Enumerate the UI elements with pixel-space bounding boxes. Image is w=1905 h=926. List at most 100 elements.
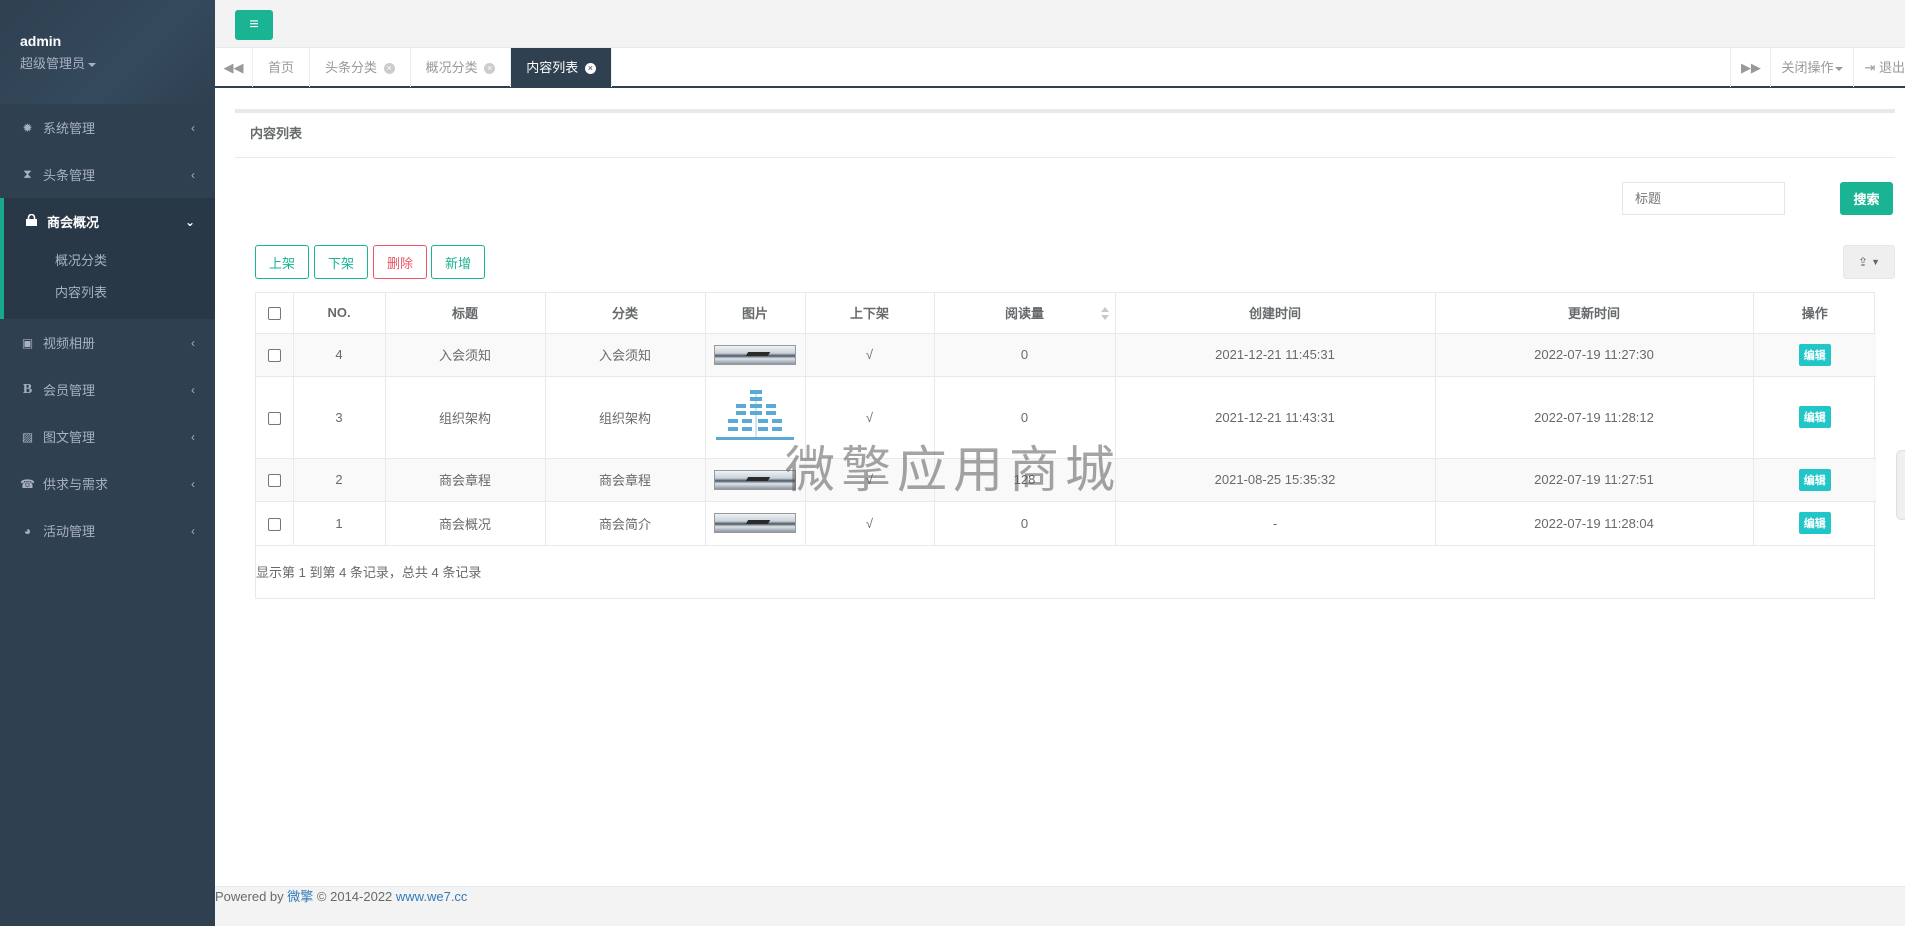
tab-home[interactable]: 首页 (253, 48, 311, 87)
export-button[interactable]: ⇪ ▼ (1843, 245, 1895, 279)
edit-button[interactable]: 编辑 (1798, 512, 1831, 534)
hamburger-icon: ≡ (249, 16, 259, 33)
profile-role-dropdown[interactable]: 超级管理员 (20, 53, 195, 72)
close-icon[interactable]: × (584, 63, 596, 75)
column-header[interactable]: 标题 (385, 293, 546, 334)
thumbnail-image[interactable] (714, 513, 796, 533)
sidebar-subitem-content-list[interactable]: 内容列表 (4, 277, 215, 309)
close-icon[interactable]: × (484, 63, 496, 75)
cell-updated: 2022-07-19 11:28:04 (1435, 501, 1754, 546)
sidebar: admin 超级管理员 ✹ 系统管理 ‹ ⧗ 头条管理 ‹ 商会概况 ⌄ 概况分… (0, 0, 215, 926)
column-header[interactable]: 图片 (705, 293, 806, 334)
cell-category: 入会须知 (545, 333, 706, 377)
cell-updated: 2022-07-19 11:27:51 (1435, 458, 1754, 502)
cell-no: 1 (293, 501, 386, 546)
tab-content-list[interactable]: 内容列表 × (511, 48, 612, 87)
row-checkbox[interactable] (267, 474, 281, 488)
cell-title: 商会章程 (385, 458, 546, 502)
column-header[interactable]: 更新时间 (1435, 293, 1754, 334)
cell-title: 商会概况 (385, 501, 546, 546)
column-header[interactable]: 分类 (545, 293, 706, 334)
close-icon[interactable]: × (383, 63, 395, 75)
tab-label: 头条分类 (325, 60, 378, 75)
chevron-left-icon: ‹ (191, 382, 195, 397)
org-chart-thumbnail[interactable] (714, 388, 796, 446)
column-header[interactable]: 操作 (1753, 293, 1876, 334)
tabs-scroll-right-button[interactable]: ▶▶ (1730, 48, 1770, 87)
thumbnail-image[interactable] (714, 469, 796, 490)
topbar: ≡ (215, 0, 1905, 47)
sidebar-item-overview[interactable]: 商会概况 ⌄ (4, 198, 215, 245)
globe-icon: ◕ (23, 523, 32, 538)
export-icon: ⇪ (1858, 255, 1869, 269)
tab-headline-categories[interactable]: 头条分类 × (310, 48, 411, 87)
sidebar-item-system[interactable]: ✹ 系统管理 ‹ (0, 104, 215, 151)
side-panel-handle[interactable] (1896, 450, 1905, 520)
search-button[interactable]: 搜索 (1840, 182, 1893, 215)
column-header[interactable]: 上下架 (805, 293, 935, 334)
sidebar-subitem-categories[interactable]: 概况分类 (4, 245, 215, 277)
cell-status: √ (805, 501, 935, 546)
table-row: 4 入会须知 入会须知 √ 0 2021-12-21 11:45:31 2022… (256, 333, 1876, 377)
edit-button[interactable]: 编辑 (1798, 406, 1831, 428)
chevron-left-icon: ‹ (191, 523, 195, 538)
select-all-checkbox[interactable] (267, 307, 281, 321)
add-button[interactable]: 新增 (431, 245, 485, 279)
profile-role: 超级管理员 (20, 56, 86, 71)
sidebar-item-headlines[interactable]: ⧗ 头条管理 ‹ (0, 151, 215, 198)
cell-image (705, 501, 806, 546)
footer-site-link[interactable]: www.we7.cc (396, 889, 468, 904)
phone-icon: ☎ (20, 476, 35, 491)
column-header[interactable]: NO. (293, 293, 386, 334)
panel-title: 内容列表 (235, 113, 1895, 158)
sidebar-item-supply-demand[interactable]: ☎ 供求与需求 ‹ (0, 460, 215, 507)
column-header-sortable[interactable]: 阅读量 (934, 293, 1116, 334)
close-ops-dropdown[interactable]: 关闭操作 (1770, 48, 1853, 87)
sidebar-item-articles[interactable]: ▨ 图文管理 ‹ (0, 413, 215, 460)
picture-icon: ▨ (21, 429, 34, 444)
publish-button[interactable]: 上架 (255, 245, 309, 279)
row-checkbox[interactable] (267, 349, 281, 363)
search-input[interactable] (1622, 182, 1785, 215)
logout-button[interactable]: ⇥ 退出 (1853, 48, 1905, 87)
menu-toggle-button[interactable]: ≡ (235, 10, 273, 40)
sidebar-item-members[interactable]: B 会员管理 ‹ (0, 366, 215, 413)
cell-title: 组织架构 (385, 376, 546, 459)
close-ops-label: 关闭操作 (1781, 60, 1834, 75)
select-all-cell (256, 293, 294, 334)
unpublish-button[interactable]: 下架 (314, 245, 368, 279)
tab-list: 首页 头条分类 × 概况分类 × 内容列表 × (253, 48, 612, 87)
inbox-icon: ▣ (21, 335, 34, 350)
profile: admin 超级管理员 (0, 0, 215, 104)
tab-overview-categories[interactable]: 概况分类 × (411, 48, 512, 87)
pagination-info: 显示第 1 到第 4 条记录，总共 4 条记录 (256, 565, 482, 580)
sidebar-item-video[interactable]: ▣ 视频相册 ‹ (0, 319, 215, 366)
column-header[interactable]: 创建时间 (1115, 293, 1436, 334)
edit-button[interactable]: 编辑 (1798, 468, 1831, 491)
tabs-bar: ◀◀ 首页 头条分类 × 概况分类 × 内容列表 × ▶▶ 关闭操作 ⇥ 退出 (215, 47, 1905, 88)
sidebar-item-label: 系统管理 (43, 121, 96, 136)
tabs-scroll-left-button[interactable]: ◀◀ (215, 48, 253, 87)
row-select-cell (256, 376, 294, 459)
table-header-row: NO. 标题 分类 图片 上下架 阅读量 创建时间 更新时间 操作 (256, 293, 1876, 334)
delete-button[interactable]: 删除 (373, 245, 427, 279)
row-checkbox[interactable] (267, 517, 281, 531)
sidebar-sublist: 概况分类 内容列表 (4, 245, 215, 319)
footer-brand-link[interactable]: 微擎 (287, 889, 313, 904)
cell-reads: 0 (934, 333, 1116, 377)
content-panel: 内容列表 搜索 上架 下架 删除 新增 ⇪ ▼ NO. 标题 分类 图片 上下架 (235, 109, 1895, 599)
footer-prefix: Powered by (215, 889, 284, 904)
chevron-left-icon: ‹ (191, 120, 195, 135)
thumbnail-image[interactable] (714, 344, 796, 365)
cell-created: 2021-12-21 11:43:31 (1115, 376, 1436, 459)
tab-label: 首页 (268, 60, 295, 75)
watermark: 微擎应用商城 (785, 441, 1121, 499)
sidebar-item-events[interactable]: ◕ 活动管理 ‹ (0, 507, 215, 554)
row-select-cell (256, 458, 294, 502)
edit-button[interactable]: 编辑 (1798, 343, 1831, 366)
cell-no: 2 (293, 458, 386, 502)
cell-action: 编辑 (1753, 333, 1876, 377)
chevron-down-icon: ⌄ (184, 214, 195, 229)
sidebar-item-label: 会员管理 (43, 383, 96, 398)
row-checkbox[interactable] (267, 411, 281, 425)
